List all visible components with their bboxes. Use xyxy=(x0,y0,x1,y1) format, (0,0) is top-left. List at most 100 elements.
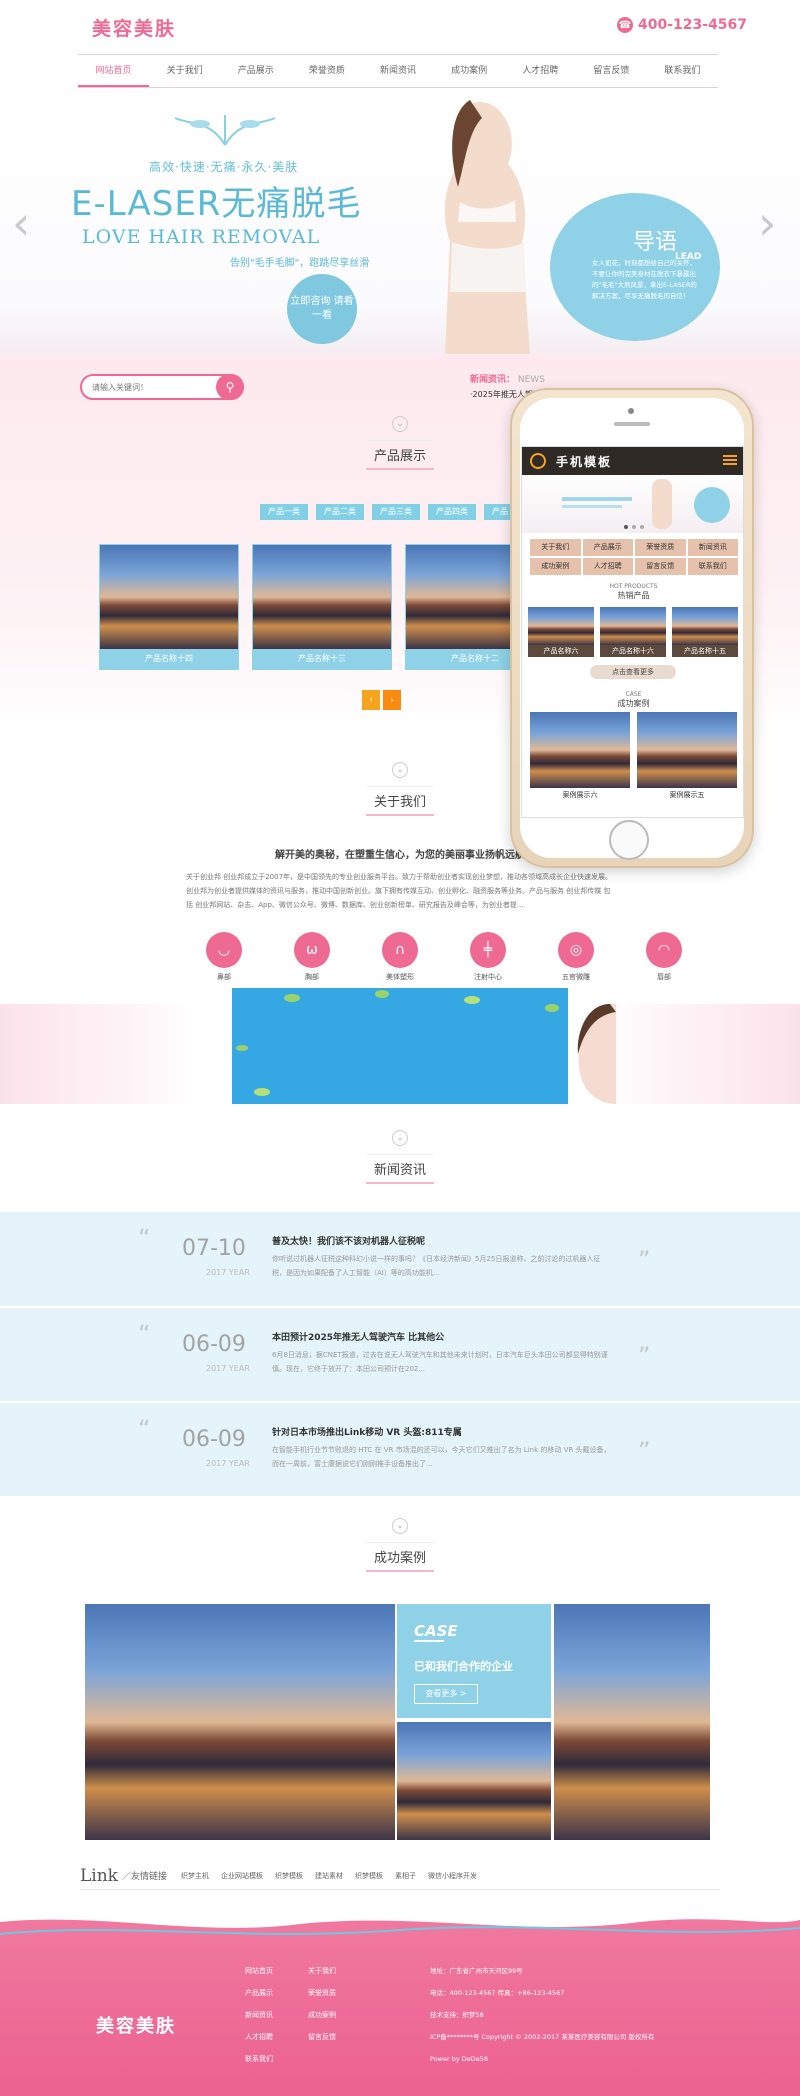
service-lips[interactable]: ◠ 唇部 xyxy=(645,932,683,982)
mobile-menu-item[interactable]: 关于我们 xyxy=(530,539,581,556)
friend-link[interactable]: 织梦模板 xyxy=(275,1871,303,1881)
case-image-tall[interactable] xyxy=(554,1604,710,1840)
product-pager: ‹ › xyxy=(362,690,401,710)
site-logo[interactable]: 美容美肤 xyxy=(92,14,176,41)
chevron-down-icon: ⌄ xyxy=(392,1518,408,1534)
chevron-down-icon: ⌄ xyxy=(392,762,408,778)
mobile-case[interactable]: 案例展示六 xyxy=(530,712,630,802)
banner-consult-button[interactable]: 立即咨询 请看一看 xyxy=(287,274,357,344)
product-card[interactable]: 产品名称十四 xyxy=(99,544,239,670)
product-image xyxy=(100,545,238,649)
footer-link[interactable]: 留言反馈 xyxy=(308,2026,336,2048)
footer-support: 技术支持：织梦58 xyxy=(430,2011,484,2019)
about-title: 关于我们 xyxy=(365,786,434,816)
footer-link[interactable]: 新闻资讯 xyxy=(245,2004,273,2026)
mobile-case-image xyxy=(530,712,630,788)
mobile-case-name: 案例展示六 xyxy=(562,791,598,799)
footer-link[interactable]: 人才招聘 xyxy=(245,2026,273,2048)
banner-subtitle: 高效·快速·无痛·永久·美肤 xyxy=(149,160,299,174)
footer-logo[interactable]: 美容美肤 xyxy=(96,2012,176,2038)
footer-link[interactable]: 网站首页 xyxy=(245,1960,273,1982)
service-label: 美体塑形 xyxy=(386,973,414,981)
mobile-menu-item[interactable]: 联系我们 xyxy=(687,558,738,575)
service-body-shaping[interactable]: ∩ 美体塑形 xyxy=(381,932,419,982)
nav-honors[interactable]: 荣誉资质 xyxy=(291,55,362,87)
nav-news[interactable]: 新闻资讯 xyxy=(362,55,433,87)
service-injection[interactable]: ╪ 注射中心 xyxy=(469,932,507,982)
news-row[interactable]: “ 06-09 2017 YEAR 针对日本市场推出Link移动 VR 头盔:8… xyxy=(0,1402,800,1496)
cases-section-heading: ⌄ 成功案例 xyxy=(0,1518,800,1578)
tab-product-cat-1[interactable]: 产品一类 xyxy=(260,504,308,520)
pager-next-button[interactable]: › xyxy=(383,690,401,710)
case-image-large[interactable] xyxy=(85,1604,395,1840)
mobile-product[interactable]: 产品名称十五 xyxy=(672,607,738,657)
mobile-menu-item[interactable]: 成功案例 xyxy=(530,558,581,575)
nav-contact[interactable]: 联系我们 xyxy=(647,55,718,87)
mobile-menu-item[interactable]: 人才招聘 xyxy=(582,558,633,575)
service-chest[interactable]: ω 胸部 xyxy=(293,932,331,982)
service-facial[interactable]: ◎ 五官微雕 xyxy=(557,932,595,982)
footer-link[interactable]: 联系我们 xyxy=(245,2048,273,2070)
news-title-link[interactable]: 针对日本市场推出Link移动 VR 头盔:811专属 xyxy=(272,1425,462,1438)
nav-home[interactable]: 网站首页 xyxy=(78,55,150,87)
mobile-menu-item[interactable]: 留言反馈 xyxy=(635,558,686,575)
nav-jobs[interactable]: 人才招聘 xyxy=(505,55,576,87)
mobile-menu-item[interactable]: 产品展示 xyxy=(582,539,633,556)
search-icon[interactable]: ⚲ xyxy=(216,374,244,400)
banner-next-arrow-icon[interactable]: › xyxy=(758,200,786,246)
product-name: 产品名称十四 xyxy=(100,649,238,669)
friend-link[interactable]: 织梦模板 xyxy=(355,1871,383,1881)
mobile-case[interactable]: 案例展示五 xyxy=(637,712,737,802)
search-input[interactable] xyxy=(92,382,212,392)
footer-link[interactable]: 成功案例 xyxy=(308,2004,336,2026)
nav-feedback[interactable]: 留言反馈 xyxy=(576,55,647,87)
news-date: 07-10 xyxy=(182,1236,246,1261)
mobile-product-name: 产品名称十五 xyxy=(672,645,738,657)
chest-icon: ω xyxy=(294,932,330,968)
mobile-product[interactable]: 产品名称六 xyxy=(528,607,594,657)
friend-link[interactable]: 微信小程序开发 xyxy=(428,1871,477,1881)
mobile-search-icon[interactable] xyxy=(530,453,546,469)
mobile-menu-item[interactable]: 新闻资讯 xyxy=(687,539,738,556)
news-title-link[interactable]: 本田预计2025年推无人驾驶汽车 比其他公 xyxy=(272,1330,444,1343)
friend-link[interactable]: 织梦主机 xyxy=(181,1871,209,1881)
banner-prev-arrow-icon[interactable]: ‹ xyxy=(12,200,40,246)
case-image-small[interactable] xyxy=(397,1722,551,1840)
mobile-product[interactable]: 产品名称十六 xyxy=(600,607,666,657)
mobile-menu-icon[interactable] xyxy=(723,455,737,465)
footer-link[interactable]: 产品展示 xyxy=(245,1982,273,2004)
friend-link[interactable]: 素相子 xyxy=(395,1871,416,1881)
mobile-header: 手机模板 xyxy=(522,447,743,475)
mobile-more-button[interactable]: 点击查看更多 xyxy=(590,665,676,679)
pager-prev-button[interactable]: ‹ xyxy=(362,690,380,710)
nose-icon: ◡ xyxy=(206,932,242,968)
case-view-more-button[interactable]: 查看更多 > xyxy=(414,1684,478,1704)
footer-link[interactable]: 荣誉资质 xyxy=(308,1982,336,2004)
friend-link[interactable]: 建站素材 xyxy=(315,1871,343,1881)
footer-link[interactable]: 关于我们 xyxy=(308,1960,336,1982)
product-card[interactable]: 产品名称十三 xyxy=(252,544,392,670)
mobile-product-image xyxy=(600,607,666,645)
mobile-menu-item[interactable]: 荣誉资质 xyxy=(635,539,686,556)
news-title-link[interactable]: 普及太快！我们该不该对机器人征税呢 xyxy=(272,1234,425,1247)
tab-product-cat-4[interactable]: 产品四类 xyxy=(428,504,476,520)
nav-cases[interactable]: 成功案例 xyxy=(434,55,505,87)
nav-products[interactable]: 产品展示 xyxy=(220,55,291,87)
news-row[interactable]: “ 06-09 2017 YEAR 本田预计2025年推无人驾驶汽车 比其他公 … xyxy=(0,1307,800,1401)
tab-product-cat-2[interactable]: 产品二类 xyxy=(316,504,364,520)
banner-english: LOVE HAIR REMOVAL xyxy=(82,226,321,248)
friend-link[interactable]: 企业网站模板 xyxy=(221,1871,263,1881)
case-box-desc: 已和我们合作的企业 xyxy=(414,1660,513,1673)
news-year: 2017 YEAR xyxy=(206,1364,250,1373)
about-video[interactable] xyxy=(232,988,568,1104)
phone-home-button[interactable] xyxy=(609,820,649,860)
mobile-case-image xyxy=(637,712,737,788)
mobile-case-heading: CASE 成功案例 xyxy=(522,691,743,709)
nav-about[interactable]: 关于我们 xyxy=(149,55,220,87)
product-image xyxy=(253,545,391,649)
tab-product-cat-3[interactable]: 产品三类 xyxy=(372,504,420,520)
case-box-title: CASE xyxy=(414,1622,458,1640)
service-label: 五官微雕 xyxy=(562,973,590,981)
news-row[interactable]: “ 07-10 2017 YEAR 普及太快！我们该不该对机器人征税呢 你听说过… xyxy=(0,1212,800,1306)
service-nose[interactable]: ◡ 鼻部 xyxy=(205,932,243,982)
